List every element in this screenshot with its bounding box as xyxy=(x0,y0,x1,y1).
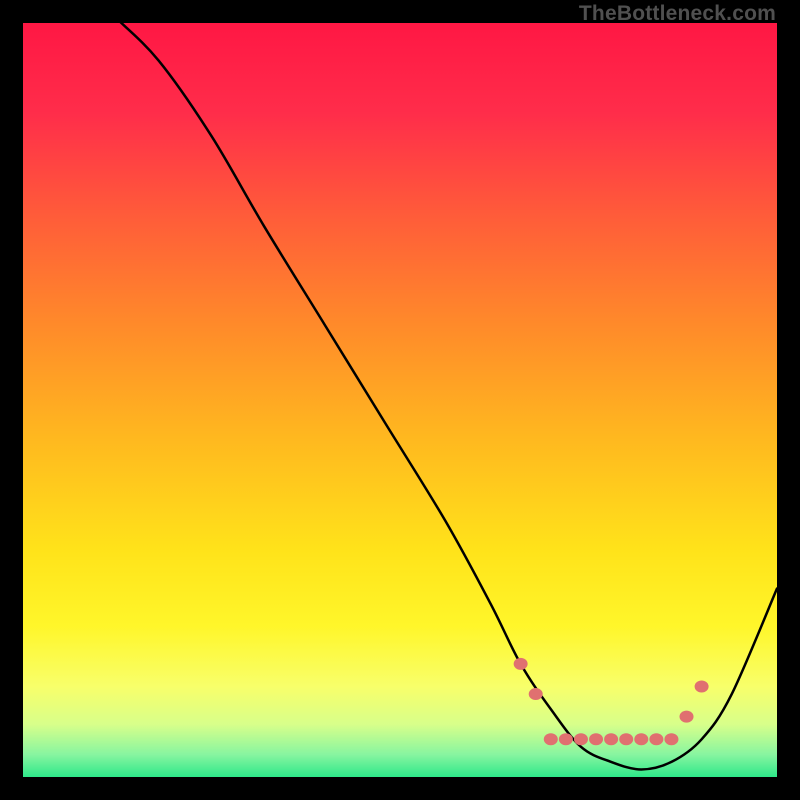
highlight-dot xyxy=(544,733,558,745)
highlight-dots-group xyxy=(514,658,709,745)
bottleneck-curve-line xyxy=(23,23,777,769)
highlight-dot xyxy=(604,733,618,745)
plot-area xyxy=(23,23,777,777)
highlight-dot xyxy=(514,658,528,670)
highlight-dot xyxy=(559,733,573,745)
highlight-dot xyxy=(619,733,633,745)
highlight-dot xyxy=(589,733,603,745)
highlight-dot xyxy=(680,711,694,723)
highlight-dot xyxy=(529,688,543,700)
highlight-dot xyxy=(664,733,678,745)
curve-layer xyxy=(23,23,777,777)
highlight-dot xyxy=(574,733,588,745)
highlight-dot xyxy=(649,733,663,745)
highlight-dot xyxy=(634,733,648,745)
highlight-dot xyxy=(695,681,709,693)
chart-frame: TheBottleneck.com xyxy=(0,0,800,800)
